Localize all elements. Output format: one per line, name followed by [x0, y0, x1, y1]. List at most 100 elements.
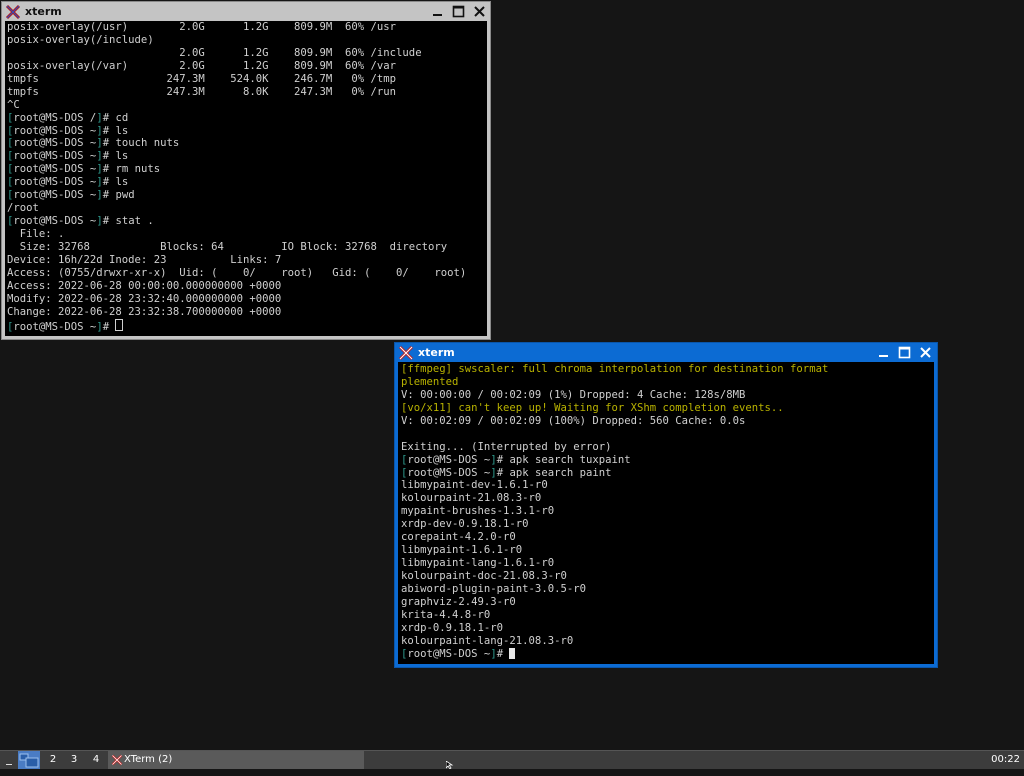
minimize-icon[interactable]: [430, 4, 445, 19]
terminal-text: root@MS-DOS ~: [407, 647, 491, 660]
terminal-text: libmypaint-dev-1.6.1-r0: [401, 479, 548, 492]
terminal-text: Device: 16h/22d Inode: 23 Links: 7: [7, 253, 282, 266]
xterm-icon: [111, 754, 123, 766]
terminal-line: [root@MS-DOS ~]# apk search tuxpaint: [401, 454, 828, 467]
terminal-text: ^C: [7, 98, 20, 111]
terminal-line: V: 00:02:09 / 00:02:09 (100%) Dropped: 5…: [401, 415, 828, 428]
terminal-line: ^C: [7, 99, 466, 112]
terminal-line: libmypaint-dev-1.6.1-r0: [401, 479, 828, 492]
terminal-text: #: [496, 647, 510, 660]
terminal-text: # pwd: [102, 189, 135, 202]
terminal-text: xrdp-dev-0.9.18.1-r0: [401, 518, 529, 531]
terminal-area[interactable]: posix-overlay(/usr) 2.0G 1.2G 809.9M 60%…: [5, 21, 487, 336]
terminal-text: # touch nuts: [102, 137, 180, 150]
terminal-output: [ffmpeg] swscaler: full chroma interpola…: [401, 363, 828, 661]
text-cursor: [509, 647, 516, 659]
terminal-text: /root: [7, 202, 39, 215]
terminal-text: Access: 2022-06-28 00:00:00.000000000 +0…: [7, 279, 282, 292]
terminal-line: graphviz-2.49.3-r0: [401, 596, 828, 609]
desktop-4-button[interactable]: 4: [87, 751, 105, 769]
terminal-text: plemented: [401, 375, 459, 388]
terminal-line: [root@MS-DOS ~]# ls: [7, 125, 466, 138]
xterm-icon: [398, 345, 414, 361]
clock: 00:22: [991, 754, 1020, 765]
taskbar: 2 3 4 XTerm (2) 00:22: [0, 750, 1024, 769]
window-title: xterm: [418, 346, 455, 359]
desktop-2-button[interactable]: 2: [44, 751, 62, 769]
terminal-text: root@MS-DOS ~: [13, 176, 97, 189]
desktop-pager-icon: [19, 753, 39, 768]
terminal-line: Access: 2022-06-28 00:00:00.000000000 +0…: [7, 280, 466, 293]
terminal-line: xrdp-dev-0.9.18.1-r0: [401, 518, 828, 531]
terminal-line: [root@MS-DOS ~]# ls: [7, 150, 466, 163]
terminal-line: File: .: [7, 228, 466, 241]
desktop-1-pager[interactable]: [18, 751, 40, 769]
terminal-text: kolourpaint-21.08.3-r0: [401, 492, 542, 505]
terminal-line: [root@MS-DOS ~]#: [401, 647, 828, 661]
terminal-text: root@MS-DOS ~: [13, 163, 97, 176]
terminal-line: /root: [7, 202, 466, 215]
desktop-3-button[interactable]: 3: [65, 751, 83, 769]
terminal-text: # apk search paint: [496, 466, 612, 479]
terminal-line: Device: 16h/22d Inode: 23 Links: 7: [7, 254, 466, 267]
terminal-text: Access: (0755/drwxr-xr-x) Uid: ( 0/ root…: [7, 266, 467, 279]
terminal-text: root@MS-DOS /: [13, 111, 97, 124]
task-label: XTerm (2): [124, 754, 173, 765]
terminal-line: [vo/x11] can't keep up! Waiting for XShm…: [401, 402, 828, 415]
terminal-line: Exiting... (Interrupted by error): [401, 441, 828, 454]
terminal-text: Size: 32768 Blocks: 64 IO Block: 32768 d…: [7, 240, 448, 253]
text-cursor: [115, 318, 124, 331]
terminal-text: root@MS-DOS ~: [407, 453, 491, 466]
minimize-icon[interactable]: [876, 345, 891, 360]
desktop-label: 2: [49, 754, 57, 765]
terminal-text: posix-overlay(/usr) 2.0G 1.2G 809.9M 60%…: [7, 21, 397, 33]
terminal-line: [root@MS-DOS ~]# pwd: [7, 189, 466, 202]
desktop-label: 4: [92, 754, 100, 765]
terminal-text: root@MS-DOS ~: [13, 320, 97, 333]
terminal-line: posix-overlay(/var) 2.0G 1.2G 809.9M 60%…: [7, 60, 466, 73]
close-icon[interactable]: [472, 4, 487, 19]
terminal-line: [root@MS-DOS ~]# apk search paint: [401, 467, 828, 480]
terminal-line: Access: (0755/drwxr-xr-x) Uid: ( 0/ root…: [7, 267, 466, 280]
title-bar[interactable]: xterm: [2, 2, 490, 21]
terminal-line: [ffmpeg] swscaler: full chroma interpola…: [401, 363, 828, 376]
underscore-icon: [6, 764, 12, 765]
desktop-label: 3: [70, 754, 78, 765]
terminal-text: mypaint-brushes-1.3.1-r0: [401, 505, 555, 518]
terminal-area[interactable]: [ffmpeg] swscaler: full chroma interpola…: [398, 362, 934, 664]
terminal-text: root@MS-DOS ~: [13, 189, 97, 202]
terminal-text: # rm nuts: [102, 163, 161, 176]
task-xterm[interactable]: XTerm (2): [108, 751, 364, 769]
terminal-line: posix-overlay(/include): [7, 34, 466, 47]
terminal-line: [root@MS-DOS ~]# rm nuts: [7, 163, 466, 176]
terminal-line: corepaint-4.2.0-r0: [401, 531, 828, 544]
terminal-line: [root@MS-DOS /]# cd: [7, 112, 466, 125]
window-title: xterm: [25, 5, 62, 18]
terminal-text: tmpfs 247.3M 8.0K 247.3M 0% /run: [7, 85, 397, 98]
terminal-line: abiword-plugin-paint-3.0.5-r0: [401, 583, 828, 596]
terminal-text: V: 00:02:09 / 00:02:09 (100%) Dropped: 5…: [401, 414, 746, 427]
terminal-text: # stat .: [102, 215, 154, 228]
maximize-icon[interactable]: [897, 345, 912, 360]
maximize-icon[interactable]: [451, 4, 466, 19]
xterm-window-right[interactable]: xterm [ffmpeg] swscaler: full chroma int…: [394, 342, 938, 668]
terminal-line: posix-overlay(/usr) 2.0G 1.2G 809.9M 60%…: [7, 21, 466, 34]
terminal-text: posix-overlay(/var) 2.0G 1.2G 809.9M 60%…: [7, 59, 397, 72]
title-bar[interactable]: xterm: [395, 343, 937, 362]
terminal-text: libmypaint-lang-1.6.1-r0: [401, 557, 555, 570]
show-desktop-button[interactable]: [2, 751, 16, 769]
terminal-text: libmypaint-1.6.1-r0: [401, 544, 523, 557]
terminal-line: Modify: 2022-06-28 23:32:40.000000000 +0…: [7, 293, 466, 306]
terminal-text: graphviz-2.49.3-r0: [401, 595, 516, 608]
terminal-line: [root@MS-DOS ~]# touch nuts: [7, 137, 466, 150]
terminal-text: root@MS-DOS ~: [407, 466, 491, 479]
terminal-line: [root@MS-DOS ~]# ls: [7, 176, 466, 189]
close-icon[interactable]: [918, 345, 933, 360]
terminal-text: 2.0G 1.2G 809.9M 60% /include: [7, 46, 422, 59]
terminal-text: abiword-plugin-paint-3.0.5-r0: [401, 582, 586, 595]
terminal-text: Change: 2022-06-28 23:32:38.700000000 +0…: [7, 305, 282, 318]
terminal-line: 2.0G 1.2G 809.9M 60% /include: [7, 47, 466, 60]
terminal-line: Change: 2022-06-28 23:32:38.700000000 +0…: [7, 306, 466, 319]
xterm-window-left[interactable]: xterm posix-overlay(/usr) 2.0G 1.2G 809.…: [1, 1, 491, 340]
